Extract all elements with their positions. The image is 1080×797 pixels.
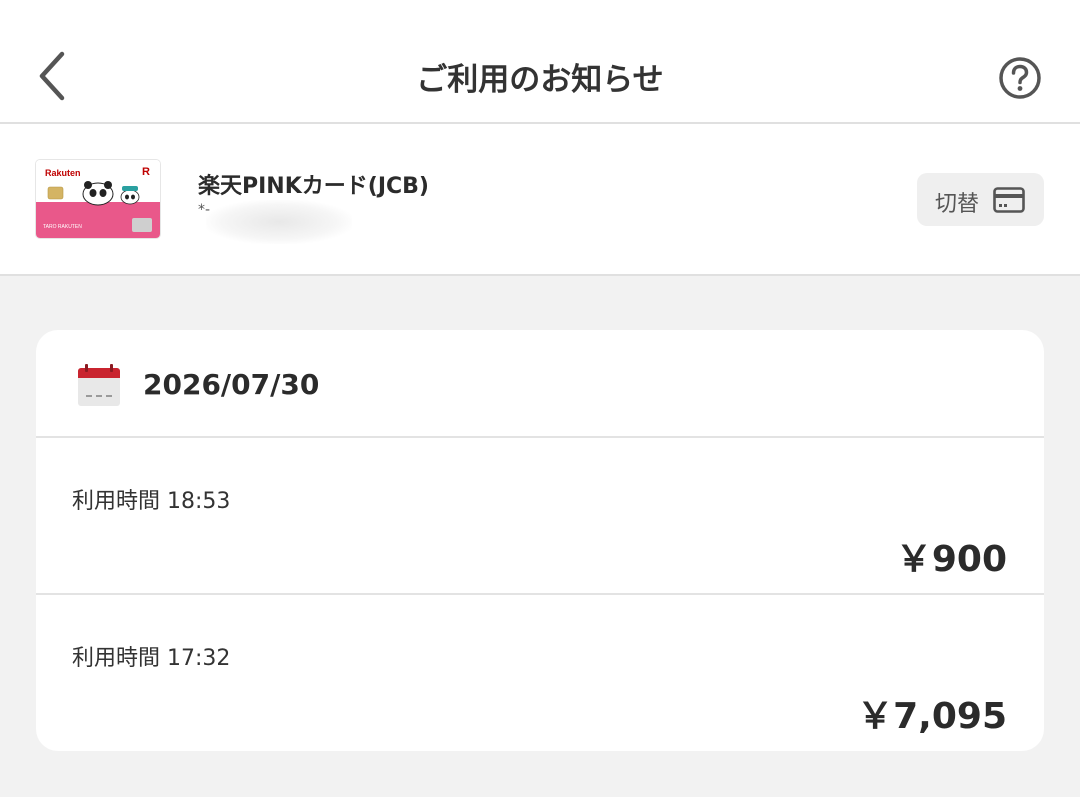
usage-date: 2026/07/30	[143, 368, 320, 401]
question-circle-icon	[999, 57, 1041, 99]
transaction-row[interactable]: 利用時間 18:53 ￥900	[36, 438, 1044, 595]
app-header: ご利用のお知らせ	[0, 0, 1080, 124]
redacted-card-number	[206, 200, 352, 244]
transaction-time: 利用時間 18:53	[72, 489, 231, 514]
page-title: ご利用のお知らせ	[416, 62, 664, 98]
calendar-icon	[78, 364, 120, 406]
svg-text:TARO RAKUTEN: TARO RAKUTEN	[43, 224, 82, 230]
transaction-amount: ￥7,095	[857, 696, 1007, 737]
switch-card-button[interactable]: 切替	[917, 173, 1044, 226]
svg-text:R: R	[142, 166, 150, 178]
help-button[interactable]	[998, 56, 1042, 100]
svg-text:Rakuten: Rakuten	[45, 168, 81, 178]
transaction-row[interactable]: 利用時間 17:32 ￥7,095	[36, 595, 1044, 751]
usage-date-row: 2026/07/30	[36, 330, 1044, 438]
usage-panel: 2026/07/30 利用時間 18:53 ￥900 利用時間 17:32 ￥7…	[36, 330, 1044, 751]
card-section: Rakuten R TARO RAKUTEN 楽天PINKカード(JCB) *-…	[0, 124, 1080, 276]
transaction-amount: ￥900	[895, 539, 1007, 580]
card-name: 楽天PINKカード(JCB)	[198, 174, 429, 199]
card-image: Rakuten R TARO RAKUTEN	[36, 160, 160, 238]
transaction-time: 利用時間 17:32	[72, 646, 231, 671]
credit-card-icon	[993, 187, 1025, 213]
switch-card-label: 切替	[935, 192, 980, 217]
